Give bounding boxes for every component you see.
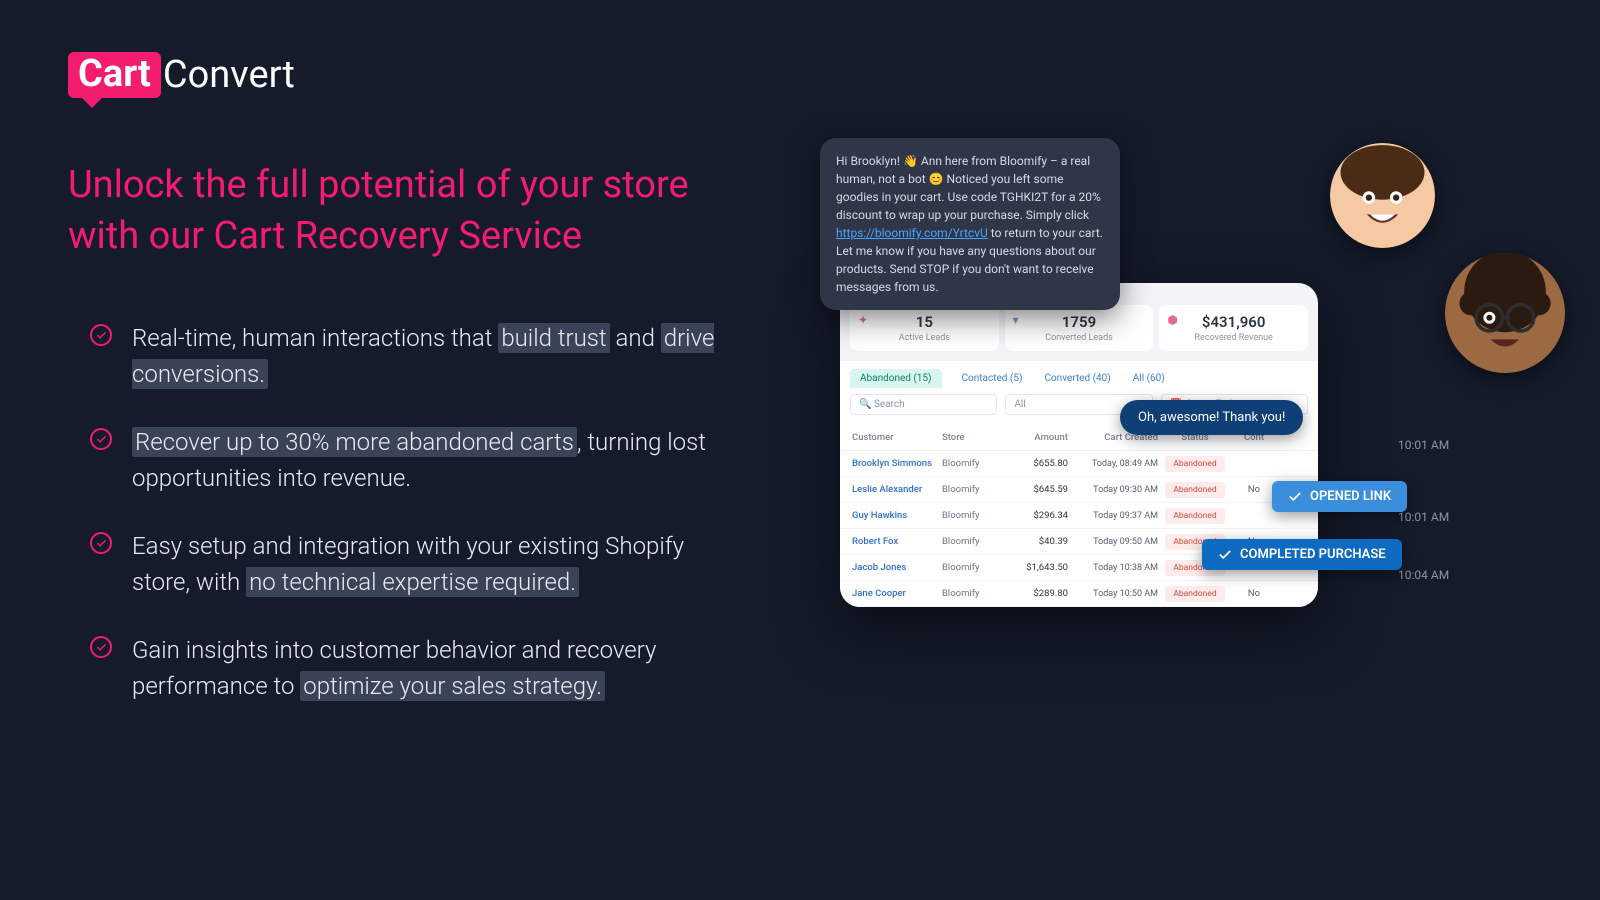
customer-name[interactable]: Guy Hawkins (852, 510, 942, 521)
check-circle-icon (90, 532, 112, 554)
store-name: Bloomify (942, 562, 998, 573)
check-circle-icon (90, 324, 112, 346)
amount: $296.34 (998, 510, 1068, 521)
status-cell: Abandoned (1158, 484, 1232, 495)
timestamp: 10:04 AM (1398, 568, 1449, 582)
page-title: Unlock the full potential of your store … (68, 160, 748, 263)
amount: $655.80 (998, 458, 1068, 469)
illustration-collage: Hi Brooklyn! 👋 Ann here from Bloomify – … (840, 138, 1540, 698)
stat-icon: ✦ (858, 313, 868, 327)
table-row[interactable]: Leslie AlexanderBloomify$645.59Today 09:… (840, 477, 1318, 503)
timestamp: 10:01 AM (1398, 510, 1449, 524)
check-circle-icon (90, 428, 112, 450)
avatar-icon (1330, 143, 1435, 248)
check-circle-icon (90, 636, 112, 658)
cart-created: Today 09:50 AM (1068, 537, 1158, 547)
stat-value: $431,960 (1165, 313, 1302, 331)
customer-name[interactable]: Jane Cooper (852, 588, 942, 599)
pill-label: OPENED LINK (1310, 489, 1391, 504)
feature-item: Gain insights into customer behavior and… (90, 632, 730, 704)
store-name: Bloomify (942, 484, 998, 495)
status-cell: Abandoned (1158, 588, 1232, 599)
cart-created: Today, 08:49 AM (1068, 459, 1158, 469)
contacted-cell: No (1232, 588, 1276, 599)
stat-icon: ▾ (1013, 313, 1019, 327)
tab-abandoned[interactable]: Abandoned (15) (850, 369, 942, 388)
status-badge: Abandoned (1165, 456, 1224, 472)
customer-name[interactable]: Jacob Jones (852, 562, 942, 573)
stat-label: Converted Leads (1011, 333, 1148, 343)
status-cell: Abandoned (1158, 458, 1232, 469)
column-header: Amount (998, 432, 1068, 443)
column-header: Customer (852, 432, 942, 443)
column-header: Store (942, 432, 998, 443)
sms-link[interactable]: https://bloomify.com/YrtcvU (836, 226, 988, 240)
dashboard-tabs: Abandoned (15) Contacted (5) Converted (40… (840, 361, 1318, 388)
avatar-icon (1445, 253, 1565, 373)
amount: $40.39 (998, 536, 1068, 547)
amount: $1,643.50 (998, 562, 1068, 573)
contacted-cell: No (1232, 484, 1276, 495)
store-name: Bloomify (942, 536, 998, 547)
feature-text: Easy setup and integration with your exi… (132, 528, 730, 600)
amount: $645.59 (998, 484, 1068, 495)
stats-row: ✦15 Active Leads ▾1759 Converted Leads ⬢$431… (840, 305, 1318, 361)
status-badge: Abandoned (1165, 586, 1224, 602)
table-row[interactable]: Brooklyn SimmonsBloomify$655.80Today, 08… (840, 451, 1318, 477)
cart-created: Today 10:38 AM (1068, 563, 1158, 573)
status-pill-completed: COMPLETED PURCHASE (1202, 539, 1402, 570)
feature-item: Easy setup and integration with your exi… (90, 528, 730, 600)
store-name: Bloomify (942, 510, 998, 521)
stat-value: 1759 (1011, 313, 1148, 331)
status-badge: Abandoned (1165, 482, 1224, 498)
pill-label: COMPLETED PURCHASE (1240, 547, 1386, 562)
cart-created: Today 10:50 AM (1068, 589, 1158, 599)
status-badge: Abandoned (1165, 508, 1224, 524)
table-row[interactable]: Guy HawkinsBloomify$296.34Today 09:37 AM… (840, 503, 1318, 529)
table-row[interactable]: Jane CooperBloomify$289.80Today 10:50 AM… (840, 581, 1318, 607)
feature-text: Real-time, human interactions that build… (132, 320, 730, 392)
stat-label: Active Leads (856, 333, 993, 343)
feature-item: Recover up to 30% more abandoned carts, … (90, 424, 730, 496)
tab-converted[interactable]: Converted (40) (1042, 369, 1112, 388)
search-placeholder: Search (874, 399, 905, 410)
tab-all[interactable]: All (60) (1131, 369, 1167, 388)
check-icon (1288, 490, 1302, 504)
feature-item: Real-time, human interactions that build… (90, 320, 730, 392)
tab-contacted[interactable]: Contacted (5) (960, 369, 1025, 388)
sms-text: Hi Brooklyn! 👋 Ann here from Bloomify – … (836, 154, 1101, 222)
logo-badge: Cart (68, 52, 161, 98)
status-cell: Abandoned (1158, 510, 1232, 521)
filter-value: All (1014, 399, 1025, 410)
logo-wordmark: Convert (163, 53, 295, 97)
reply-bubble: Oh, awesome! Thank you! (1120, 400, 1303, 435)
check-icon (1218, 548, 1232, 562)
stat-value: 15 (856, 313, 993, 331)
cart-created: Today 09:30 AM (1068, 485, 1158, 495)
sms-bubble: Hi Brooklyn! 👋 Ann here from Bloomify – … (820, 138, 1120, 310)
leads-table: CustomerStoreAmountCart CreatedStatusCon… (840, 425, 1318, 607)
cart-created: Today 09:37 AM (1068, 511, 1158, 521)
customer-name[interactable]: Leslie Alexander (852, 484, 942, 495)
stat-card: ⬢$431,960 Recovered Revenue (1159, 305, 1308, 351)
stat-icon: ⬢ (1167, 313, 1177, 327)
amount: $289.80 (998, 588, 1068, 599)
search-input[interactable]: 🔍 Search (850, 394, 997, 415)
store-name: Bloomify (942, 588, 998, 599)
feature-text: Recover up to 30% more abandoned carts, … (132, 424, 730, 496)
status-pill-opened: OPENED LINK (1272, 481, 1407, 512)
feature-list: Real-time, human interactions that build… (90, 320, 730, 736)
store-name: Bloomify (942, 458, 998, 469)
stat-label: Recovered Revenue (1165, 333, 1302, 343)
feature-text: Gain insights into customer behavior and… (132, 632, 730, 704)
stat-card: ✦15 Active Leads (850, 305, 999, 351)
customer-name[interactable]: Brooklyn Simmons (852, 458, 942, 469)
stat-card: ▾1759 Converted Leads (1005, 305, 1154, 351)
customer-name[interactable]: Robert Fox (852, 536, 942, 547)
timestamp: 10:01 AM (1398, 438, 1449, 452)
logo: Cart Convert (68, 52, 295, 98)
